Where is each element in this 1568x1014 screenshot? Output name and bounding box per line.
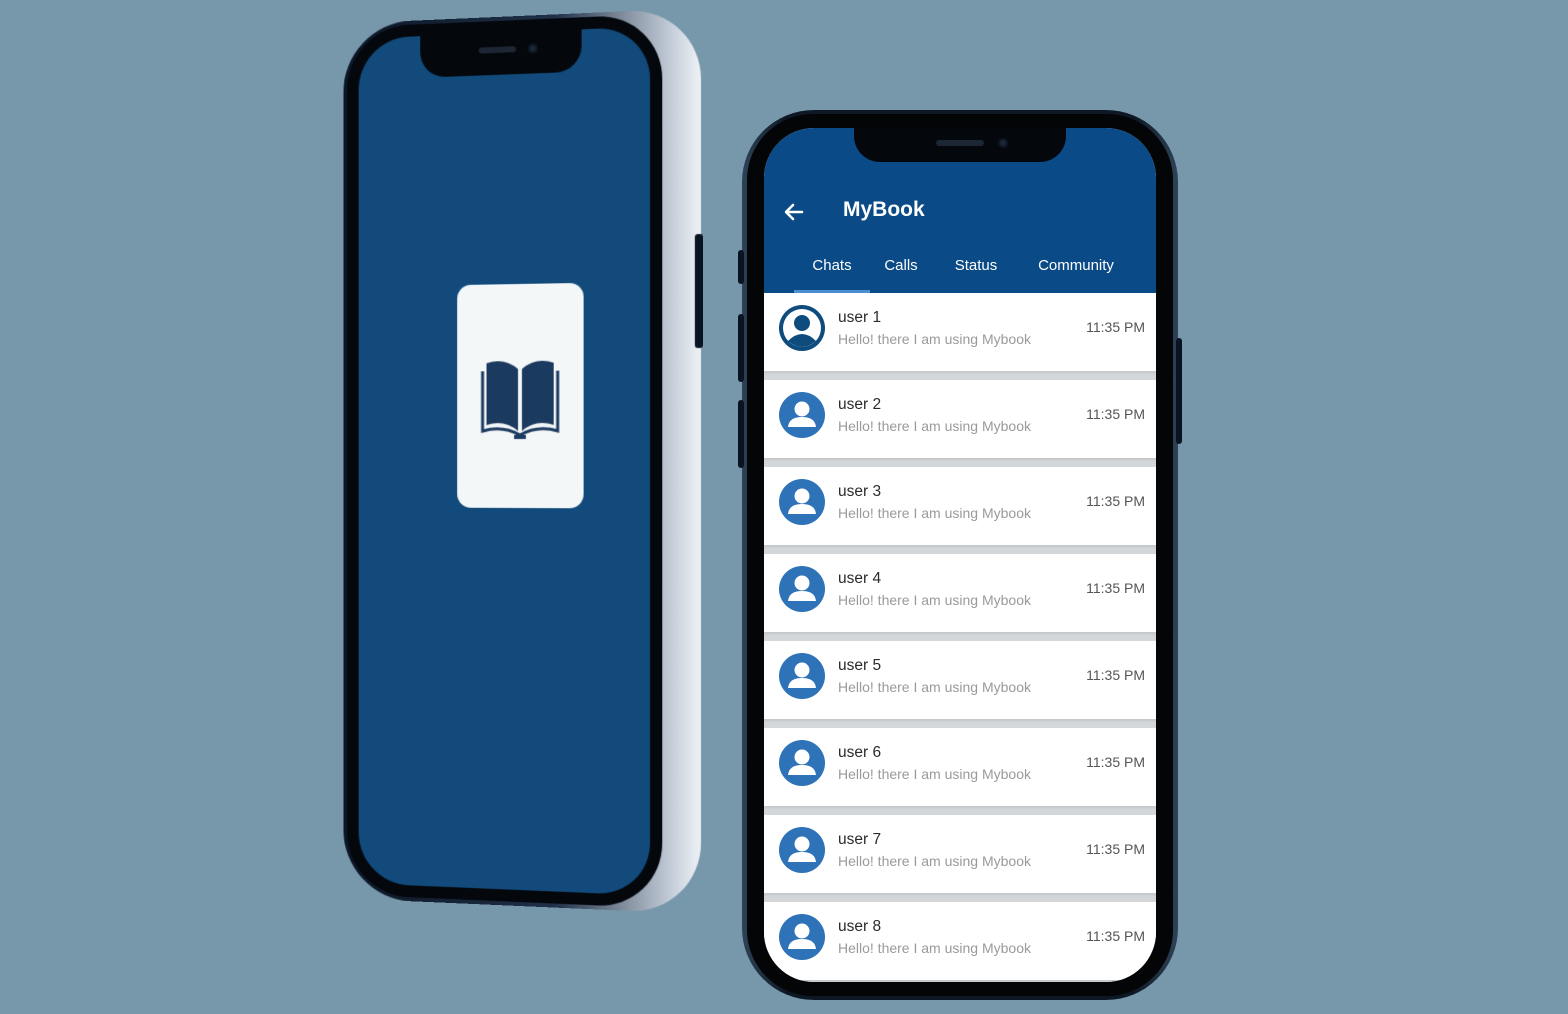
chat-name: user 7 xyxy=(838,831,882,848)
person-avatar-icon xyxy=(779,914,825,960)
person-avatar-icon xyxy=(779,305,825,351)
chat-list-item[interactable]: user 2 Hello! there I am using Mybook 11… xyxy=(764,380,1156,458)
chat-name: user 6 xyxy=(838,744,882,761)
chat-list-item[interactable]: user 1 Hello! there I am using Mybook 11… xyxy=(764,293,1156,371)
chat-name: user 2 xyxy=(838,396,882,413)
chat-preview: Hello! there I am using Mybook xyxy=(838,592,1031,608)
chat-list-item[interactable]: user 3 Hello! there I am using Mybook 11… xyxy=(764,467,1156,545)
person-avatar-icon xyxy=(779,653,825,699)
power-button xyxy=(694,233,704,349)
chat-preview: Hello! there I am using Mybook xyxy=(838,940,1031,956)
chat-list: user 1 Hello! there I am using Mybook 11… xyxy=(764,293,1156,982)
person-avatar-icon xyxy=(779,392,825,438)
chat-name: user 5 xyxy=(838,657,882,674)
chat-preview: Hello! there I am using Mybook xyxy=(838,679,1031,695)
chat-time: 11:35 PM xyxy=(1086,754,1145,770)
camera-notch xyxy=(420,29,582,78)
chat-preview: Hello! there I am using Mybook xyxy=(838,418,1031,434)
chat-list-item[interactable]: user 8 Hello! there I am using Mybook 11… xyxy=(764,902,1156,980)
splash-phone xyxy=(343,7,704,915)
person-avatar-icon xyxy=(779,479,825,525)
front-camera xyxy=(998,138,1008,148)
chat-time: 11:35 PM xyxy=(1086,841,1145,857)
chat-time: 11:35 PM xyxy=(1086,667,1145,683)
arrow-left-icon[interactable] xyxy=(782,200,806,224)
chat-preview: Hello! there I am using Mybook xyxy=(838,766,1031,782)
mute-switch xyxy=(738,250,744,284)
person-avatar-icon xyxy=(779,740,825,786)
speaker-grille xyxy=(478,46,517,54)
chat-preview: Hello! there I am using Mybook xyxy=(838,505,1031,521)
chat-time: 11:35 PM xyxy=(1086,928,1145,944)
tab-community[interactable]: Community xyxy=(1026,250,1126,293)
chat-preview: Hello! there I am using Mybook xyxy=(838,331,1031,347)
chat-preview: Hello! there I am using Mybook xyxy=(838,853,1031,869)
chat-time: 11:35 PM xyxy=(1086,406,1145,422)
person-avatar-icon xyxy=(779,566,825,612)
tab-status[interactable]: Status xyxy=(944,250,1008,293)
page-title: MyBook xyxy=(843,198,925,221)
tab-calls[interactable]: Calls xyxy=(874,250,928,293)
tab-chats[interactable]: Chats xyxy=(794,250,870,293)
splash-screen xyxy=(358,26,651,896)
chat-list-item[interactable]: user 6 Hello! there I am using Mybook 11… xyxy=(764,728,1156,806)
volume-up-button xyxy=(738,314,744,382)
speaker-grille xyxy=(936,140,984,146)
app-logo-tile xyxy=(457,282,584,509)
power-button xyxy=(1176,338,1182,444)
volume-down-button xyxy=(738,400,744,468)
chat-time: 11:35 PM xyxy=(1086,319,1145,335)
chat-list-item[interactable]: user 7 Hello! there I am using Mybook 11… xyxy=(764,815,1156,893)
chat-time: 11:35 PM xyxy=(1086,580,1145,596)
chat-name: user 1 xyxy=(838,309,882,326)
open-book-icon xyxy=(481,360,560,442)
chat-time: 11:35 PM xyxy=(1086,493,1145,509)
chat-phone: MyBook Chats Calls Status Community user… xyxy=(738,110,1182,1000)
camera-notch xyxy=(854,128,1066,162)
chat-name: user 3 xyxy=(838,483,882,500)
chat-list-item[interactable]: user 4 Hello! there I am using Mybook 11… xyxy=(764,554,1156,632)
person-avatar-icon xyxy=(779,827,825,873)
tab-bar: Chats Calls Status Community xyxy=(764,250,1156,293)
front-camera xyxy=(527,43,538,54)
chat-name: user 4 xyxy=(838,570,882,587)
chat-screen: MyBook Chats Calls Status Community user… xyxy=(764,128,1156,982)
chat-list-item[interactable]: user 5 Hello! there I am using Mybook 11… xyxy=(764,641,1156,719)
chat-name: user 8 xyxy=(838,918,882,935)
